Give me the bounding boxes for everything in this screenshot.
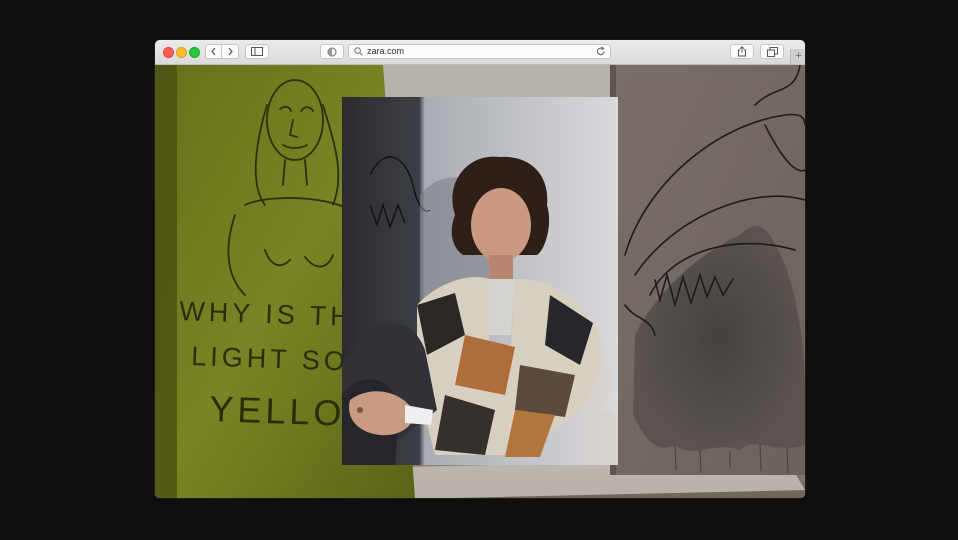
yellow-painting-shadow [155,65,177,498]
new-tab-button[interactable]: + [790,49,805,64]
model-face [471,188,531,262]
model-neck [489,255,513,281]
browser-toolbar: zara.com + [155,40,805,65]
reader-mode-button[interactable] [320,44,344,59]
painting-text-line-2: LIGHT SO [191,341,349,376]
painting-text-line-3: YELLO [209,388,346,434]
minimize-window-button[interactable] [176,47,187,58]
search-icon [354,47,363,56]
address-bar[interactable]: zara.com [348,44,611,59]
hero-image: WHY IS TH LIGHT SO YELLO [155,65,805,498]
browser-window: zara.com + WHY IS TH LIGHT SO YELLO [155,40,805,498]
share-icon [738,46,746,57]
sidebar-toggle-button[interactable] [245,44,269,59]
url-text: zara.com [367,46,405,56]
close-window-button[interactable] [163,47,174,58]
painting-text-line-1: WHY IS TH [179,296,354,332]
tabs-overview-icon [766,46,778,57]
plus-icon: + [795,50,802,62]
chevron-right-icon [228,47,233,56]
model-shirt [485,279,515,335]
share-button[interactable] [730,44,754,59]
reload-icon[interactable] [596,46,606,57]
reader-icon [327,47,337,56]
zoom-window-button[interactable] [189,47,200,58]
back-button[interactable] [205,44,222,59]
show-tabs-button[interactable] [760,44,784,59]
page-content: WHY IS TH LIGHT SO YELLO [155,65,805,498]
sidebar-icon [251,47,263,56]
chevron-left-icon [211,47,216,56]
forward-button[interactable] [222,44,239,59]
